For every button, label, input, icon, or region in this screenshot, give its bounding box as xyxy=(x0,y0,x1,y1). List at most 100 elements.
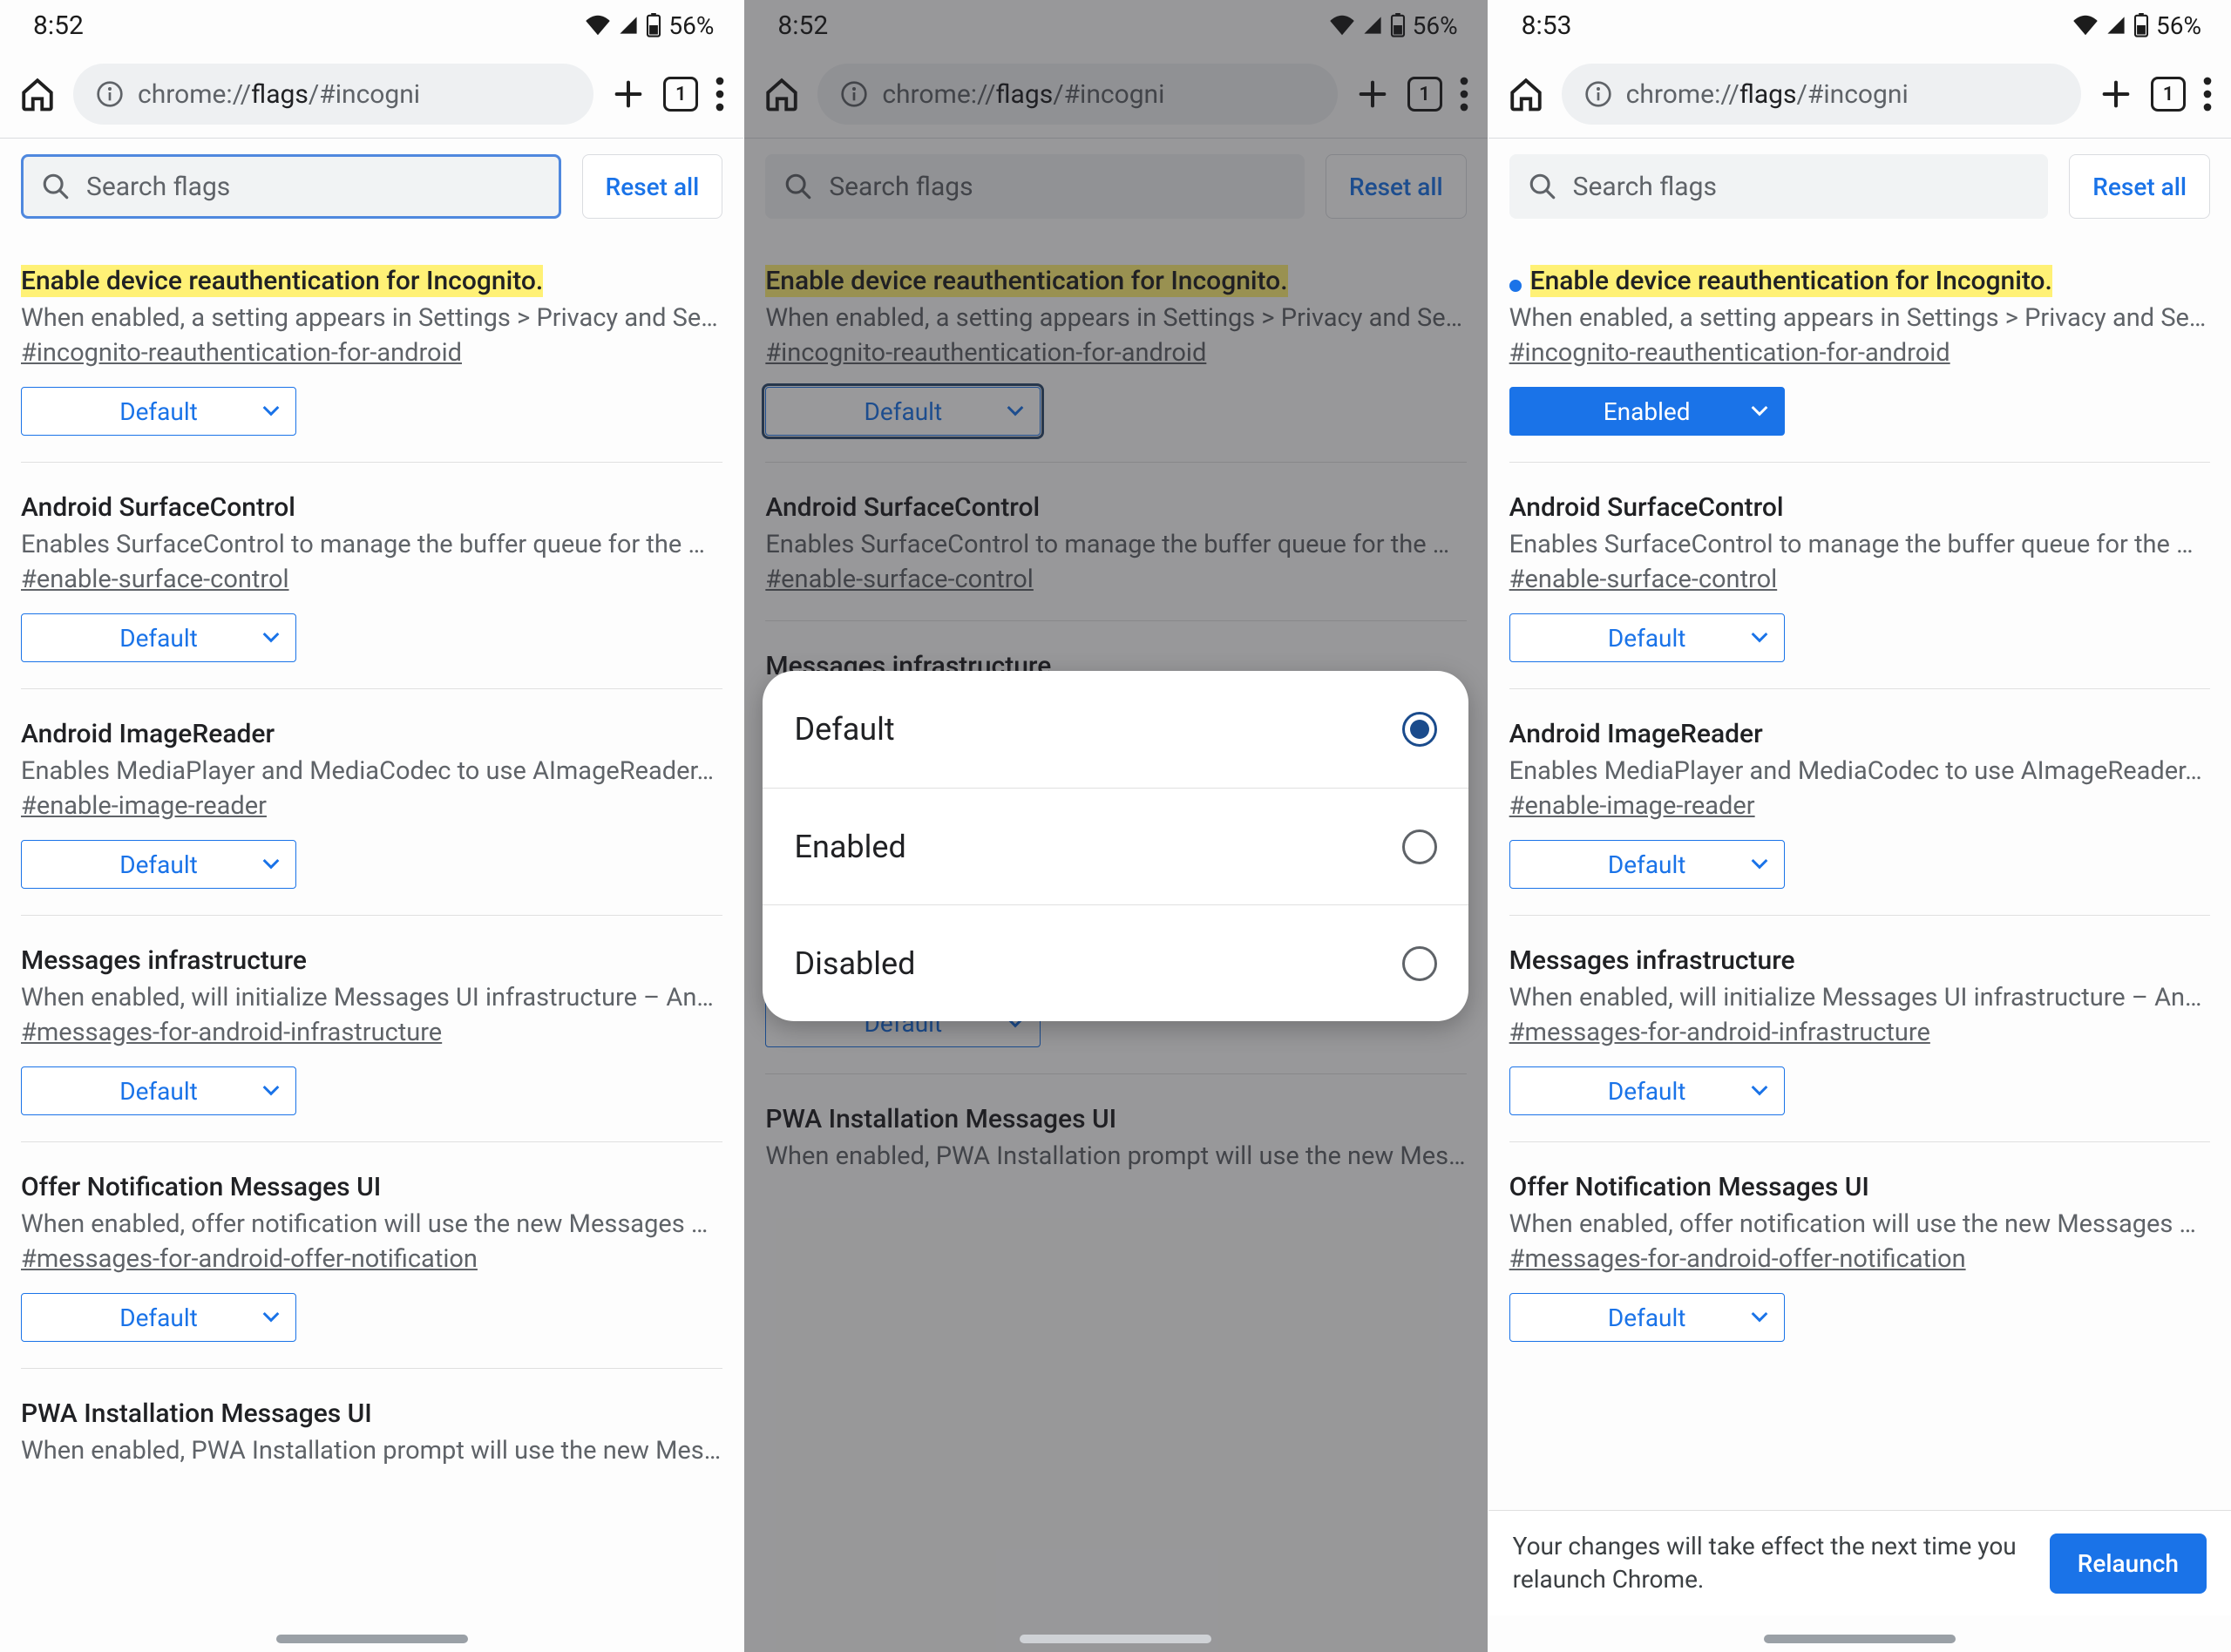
flag-select[interactable]: Default xyxy=(1509,840,1785,889)
flag-description: When enabled, will initialize Messages U… xyxy=(1509,983,2210,1012)
wifi-icon xyxy=(585,15,611,36)
flag-select[interactable]: Default xyxy=(21,840,296,889)
flag-item: Android ImageReader Enables MediaPlayer … xyxy=(21,719,722,916)
flag-anchor-link[interactable]: #incognito-reauthentication-for-android xyxy=(1509,338,1950,368)
tab-switcher-button[interactable]: 1 xyxy=(663,77,698,112)
new-tab-icon[interactable] xyxy=(611,77,646,112)
flag-item: Android SurfaceControl Enables SurfaceCo… xyxy=(21,492,722,689)
flag-select[interactable]: Default xyxy=(1509,1066,1785,1115)
flag-anchor-link[interactable]: #messages-for-android-offer-notification xyxy=(1509,1244,1966,1274)
flag-item: Enable device reauthentication for Incog… xyxy=(1509,266,2210,463)
flag-anchor-link[interactable]: #enable-image-reader xyxy=(21,791,267,821)
url-text: chrome://flags/#incogni xyxy=(138,79,420,110)
flag-anchor-link[interactable]: #messages-for-android-infrastructure xyxy=(1509,1018,1930,1047)
flag-item: PWA Installation Messages UI When enable… xyxy=(21,1398,722,1466)
flag-title: Offer Notification Messages UI xyxy=(21,1172,381,1202)
flag-anchor-link[interactable]: #enable-surface-control xyxy=(1509,565,1778,594)
flag-title: Android ImageReader xyxy=(1509,719,1763,749)
flag-title: Android ImageReader xyxy=(21,719,275,749)
flag-select[interactable]: Default xyxy=(1509,1293,1785,1342)
flag-description: When enabled, will initialize Messages U… xyxy=(21,983,722,1012)
flag-select[interactable]: Default xyxy=(21,1066,296,1115)
search-placeholder: Search flags xyxy=(1573,172,1717,202)
flag-description: Enables SurfaceControl to manage the buf… xyxy=(21,530,722,559)
popup-option-default[interactable]: Default xyxy=(763,671,1468,788)
flags-list: Enable device reauthentication for Incog… xyxy=(0,234,743,1652)
flag-item: Android ImageReader Enables MediaPlayer … xyxy=(1509,719,2210,916)
battery-pct: 56% xyxy=(2156,11,2201,40)
info-icon xyxy=(1584,80,1612,108)
reset-all-button[interactable]: Reset all xyxy=(2069,154,2210,219)
search-input[interactable]: Search flags xyxy=(21,154,561,219)
flag-title: Offer Notification Messages UI xyxy=(1509,1172,1869,1202)
flag-description: When enabled, PWA Installation prompt wi… xyxy=(21,1436,722,1466)
flag-description: When enabled, offer notification will us… xyxy=(1509,1209,2210,1239)
search-row: Search flags Reset all xyxy=(1488,139,2231,234)
flag-description: Enables MediaPlayer and MediaCodec to us… xyxy=(1509,756,2210,786)
flag-select[interactable]: Default xyxy=(21,387,296,436)
battery-icon xyxy=(646,13,661,37)
flag-item: Messages infrastructure When enabled, wi… xyxy=(21,945,722,1142)
overflow-menu-icon[interactable] xyxy=(715,77,724,112)
chevron-down-icon xyxy=(262,1085,280,1097)
flag-anchor-link[interactable]: #messages-for-android-infrastructure xyxy=(21,1018,442,1047)
radio-icon xyxy=(1402,946,1437,981)
flag-item: Offer Notification Messages UI When enab… xyxy=(1509,1172,2210,1342)
select-popup: Default Enabled Disabled xyxy=(763,671,1468,1021)
screen-3: 8:53 56% chrome://flags/#incogni 1 Searc… xyxy=(1488,0,2231,1652)
chevron-down-icon xyxy=(262,858,280,870)
overflow-menu-icon[interactable] xyxy=(2203,77,2212,112)
chevron-down-icon xyxy=(262,405,280,417)
battery-icon xyxy=(2133,13,2149,37)
reset-all-button[interactable]: Reset all xyxy=(582,154,723,219)
chrome-toolbar: chrome://flags/#incogni 1 xyxy=(0,51,743,138)
url-bar[interactable]: chrome://flags/#incogni xyxy=(73,64,593,125)
wifi-icon xyxy=(2072,15,2099,36)
relaunch-button[interactable]: Relaunch xyxy=(2050,1534,2207,1594)
flag-item: Enable device reauthentication for Incog… xyxy=(21,266,722,463)
chevron-down-icon xyxy=(1751,632,1768,644)
flag-title: Enable device reauthentication for Incog… xyxy=(21,265,543,297)
clock: 8:53 xyxy=(1522,10,1572,41)
chevron-down-icon xyxy=(262,1311,280,1324)
flag-anchor-link[interactable]: #incognito-reauthentication-for-android xyxy=(21,338,462,368)
cell-signal-icon xyxy=(618,15,639,36)
flag-description: Enables SurfaceControl to manage the buf… xyxy=(1509,530,2210,559)
popup-option-enabled[interactable]: Enabled xyxy=(763,788,1468,904)
home-icon[interactable] xyxy=(1508,76,1544,112)
search-input[interactable]: Search flags xyxy=(1509,154,2049,219)
chrome-toolbar: chrome://flags/#incogni 1 xyxy=(1488,51,2231,138)
nav-handle[interactable] xyxy=(1020,1635,1211,1643)
flag-select[interactable]: Default xyxy=(1509,613,1785,662)
modified-dot-icon xyxy=(1509,280,1522,292)
flag-select[interactable]: Enabled xyxy=(1509,387,1785,436)
flag-title: Enable device reauthentication for Incog… xyxy=(1530,265,2052,297)
flag-title: Android SurfaceControl xyxy=(21,492,295,523)
status-bar: 8:52 56% xyxy=(0,0,743,51)
nav-handle[interactable] xyxy=(276,1635,468,1643)
flag-anchor-link[interactable]: #enable-surface-control xyxy=(21,565,289,594)
search-placeholder: Search flags xyxy=(86,172,230,202)
clock: 8:52 xyxy=(33,10,84,41)
cell-signal-icon xyxy=(2106,15,2126,36)
flag-select[interactable]: Default xyxy=(21,613,296,662)
flag-title: Messages infrastructure xyxy=(1509,945,1795,976)
flag-title: Messages infrastructure xyxy=(21,945,307,976)
flags-list: Enable device reauthentication for Incog… xyxy=(1488,234,2231,1652)
flag-description: When enabled, a setting appears in Setti… xyxy=(1509,303,2210,333)
flag-title: Android SurfaceControl xyxy=(1509,492,1784,523)
url-bar[interactable]: chrome://flags/#incogni xyxy=(1562,64,2081,125)
flag-select[interactable]: Default xyxy=(21,1293,296,1342)
tab-switcher-button[interactable]: 1 xyxy=(2151,77,2186,112)
battery-pct: 56% xyxy=(668,11,714,40)
search-icon xyxy=(41,172,71,201)
new-tab-icon[interactable] xyxy=(2099,77,2133,112)
popup-option-disabled[interactable]: Disabled xyxy=(763,904,1468,1021)
nav-handle[interactable] xyxy=(1764,1635,1956,1643)
status-bar: 8:53 56% xyxy=(1488,0,2231,51)
search-icon xyxy=(1528,172,1557,201)
flag-anchor-link[interactable]: #messages-for-android-offer-notification xyxy=(21,1244,478,1274)
flag-anchor-link[interactable]: #enable-image-reader xyxy=(1509,791,1755,821)
home-icon[interactable] xyxy=(19,76,56,112)
screen-2: 8:52 56% chrome://flags/#incogni 1 Searc… xyxy=(743,0,1487,1652)
